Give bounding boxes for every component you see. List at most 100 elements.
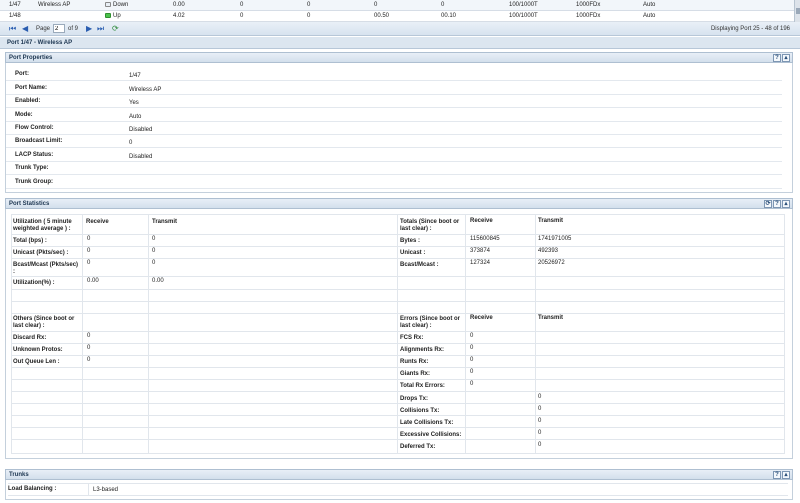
- cell: 0: [307, 2, 311, 8]
- port-up-icon: [105, 13, 111, 18]
- stat-label: Discard Rx:: [13, 335, 47, 341]
- property-row: Port: 1/47: [6, 68, 782, 81]
- stat-rx: 0.00: [87, 278, 99, 284]
- property-label: Port Name:: [15, 85, 48, 91]
- next-page-icon[interactable]: ▶: [86, 24, 92, 33]
- page-label: Page: [36, 26, 51, 32]
- stat-label: Bcast/Mcast (Pkts/sec) :: [13, 262, 79, 275]
- stat-tx: 0: [152, 248, 156, 254]
- stat-tx: 0: [152, 260, 156, 266]
- property-label: Port:: [15, 71, 29, 77]
- page-title: Port 1/47 - Wireless AP: [0, 37, 800, 49]
- cell: 0: [307, 13, 311, 19]
- panel-title: Port Statistics: [9, 201, 50, 207]
- stat-label: Total Rx Errors:: [400, 383, 445, 389]
- table-row[interactable]: 1/48 Up 4.02 0 0 00.50 00.10 100/1000T 1…: [0, 11, 794, 22]
- receive-header: Receive: [470, 315, 493, 321]
- stat-label: Alignments Rx:: [400, 347, 445, 353]
- stat-rx: 0: [87, 260, 91, 266]
- collapse-icon[interactable]: ▴: [782, 54, 790, 62]
- stat-label: Out Queue Len :: [13, 359, 60, 365]
- stat-tx: 0: [538, 430, 542, 436]
- stat-label: Deferred Tx:: [400, 444, 436, 450]
- port-properties-header: Port Properties ? ▴: [5, 52, 793, 63]
- table-row[interactable]: 1/47 Wireless AP Down 0.00 0 0 0 0 100/1…: [0, 0, 794, 11]
- vertical-scrollbar[interactable]: [794, 0, 800, 23]
- help-icon[interactable]: ?: [773, 471, 781, 479]
- stat-label: Unicast :: [400, 250, 426, 256]
- property-row: Flow Control: Disabled: [6, 122, 782, 135]
- refresh-icon[interactable]: ⟳: [112, 24, 119, 33]
- collapse-icon[interactable]: ▴: [782, 200, 790, 208]
- mode-cell: Auto: [643, 2, 656, 8]
- duplex-cell: 1000FDx: [576, 13, 601, 19]
- property-row: LACP Status: Disabled: [6, 149, 782, 162]
- stat-rx: 0: [87, 236, 91, 242]
- stat-tx: 0: [152, 236, 156, 242]
- property-value: Yes: [129, 100, 139, 106]
- prev-page-icon[interactable]: ◀: [22, 24, 28, 33]
- transmit-header: Transmit: [538, 315, 564, 321]
- transmit-header: Transmit: [152, 219, 178, 225]
- scroll-thumb[interactable]: [796, 8, 800, 14]
- stat-rx: 115600845: [470, 236, 500, 242]
- property-row: Trunk Type:: [6, 162, 782, 175]
- cell: 0.00: [173, 2, 185, 8]
- port-statistics-header: Port Statistics ⟳ ? ▴: [5, 198, 793, 209]
- stat-rx: 0: [470, 333, 474, 339]
- stat-tx: 0: [538, 442, 542, 448]
- property-label: Mode:: [15, 112, 33, 118]
- panel-title: Port Properties: [9, 55, 53, 61]
- cell: 4.02: [173, 13, 185, 19]
- property-value: 1/47: [129, 73, 141, 79]
- stat-tx: 1741971005: [538, 236, 572, 242]
- collapse-icon[interactable]: ▴: [782, 471, 790, 479]
- property-value: Wireless AP: [129, 87, 162, 93]
- status-cell: Up: [105, 13, 121, 19]
- property-value: Disabled: [129, 154, 153, 160]
- stat-rx: 0: [470, 345, 474, 351]
- stat-label: Unicast (Pkts/sec) :: [13, 250, 69, 256]
- page-count-label: of 9: [68, 26, 79, 32]
- stat-label: Excessive Collisions:: [400, 432, 462, 438]
- stat-rx: 127324: [470, 260, 491, 266]
- port-down-icon: [105, 2, 111, 7]
- load-balancing-label: Load Balancing :: [8, 486, 57, 492]
- stat-label: Giants Rx:: [400, 371, 431, 377]
- stat-label: FCS Rx:: [400, 335, 424, 341]
- stat-tx: 0.00: [152, 278, 164, 284]
- load-balancing-value: L3-based: [93, 487, 119, 493]
- page-number-input[interactable]: [53, 24, 65, 33]
- property-label: LACP Status:: [15, 152, 54, 158]
- property-label: Enabled:: [15, 98, 41, 104]
- stat-value: 0: [87, 357, 91, 363]
- port-cell: 1/48: [9, 13, 21, 19]
- cell: 00.10: [441, 13, 457, 19]
- help-icon[interactable]: ?: [773, 54, 781, 62]
- stat-label: Bytes :: [400, 238, 421, 244]
- stat-label: Late Collisions Tx:: [400, 420, 454, 426]
- stat-tx: 0: [538, 406, 542, 412]
- last-page-icon[interactable]: ⏭: [97, 24, 104, 33]
- others-header: Others (Since boot or last clear) :: [13, 316, 75, 329]
- stat-rx: 0: [470, 381, 474, 387]
- stat-rx: 0: [470, 369, 474, 375]
- port-cell: 1/47: [9, 2, 21, 8]
- panel-title: Trunks: [9, 472, 29, 478]
- refresh-icon[interactable]: ⟳: [764, 200, 772, 208]
- pagination-toolbar: ⏮ ◀ Page of 9 ▶ ⏭ ⟳ Displaying Port 25 -…: [0, 22, 800, 36]
- stat-label: Total (bps) :: [13, 238, 47, 244]
- totals-header: Totals (Since boot or last clear) :: [400, 219, 460, 232]
- stat-tx: 492393: [538, 248, 559, 254]
- property-label: Flow Control:: [15, 125, 54, 131]
- cell: 0: [240, 13, 244, 19]
- stat-tx: 0: [538, 394, 542, 400]
- property-label: Broadcast Limit:: [15, 138, 63, 144]
- stat-tx: 0: [538, 418, 542, 424]
- stat-rx: 0: [87, 248, 91, 254]
- stat-value: 0: [87, 333, 91, 339]
- property-row: Broadcast Limit: 0: [6, 135, 782, 148]
- first-page-icon[interactable]: ⏮: [9, 24, 16, 33]
- name-cell: Wireless AP: [38, 2, 71, 8]
- help-icon[interactable]: ?: [773, 200, 781, 208]
